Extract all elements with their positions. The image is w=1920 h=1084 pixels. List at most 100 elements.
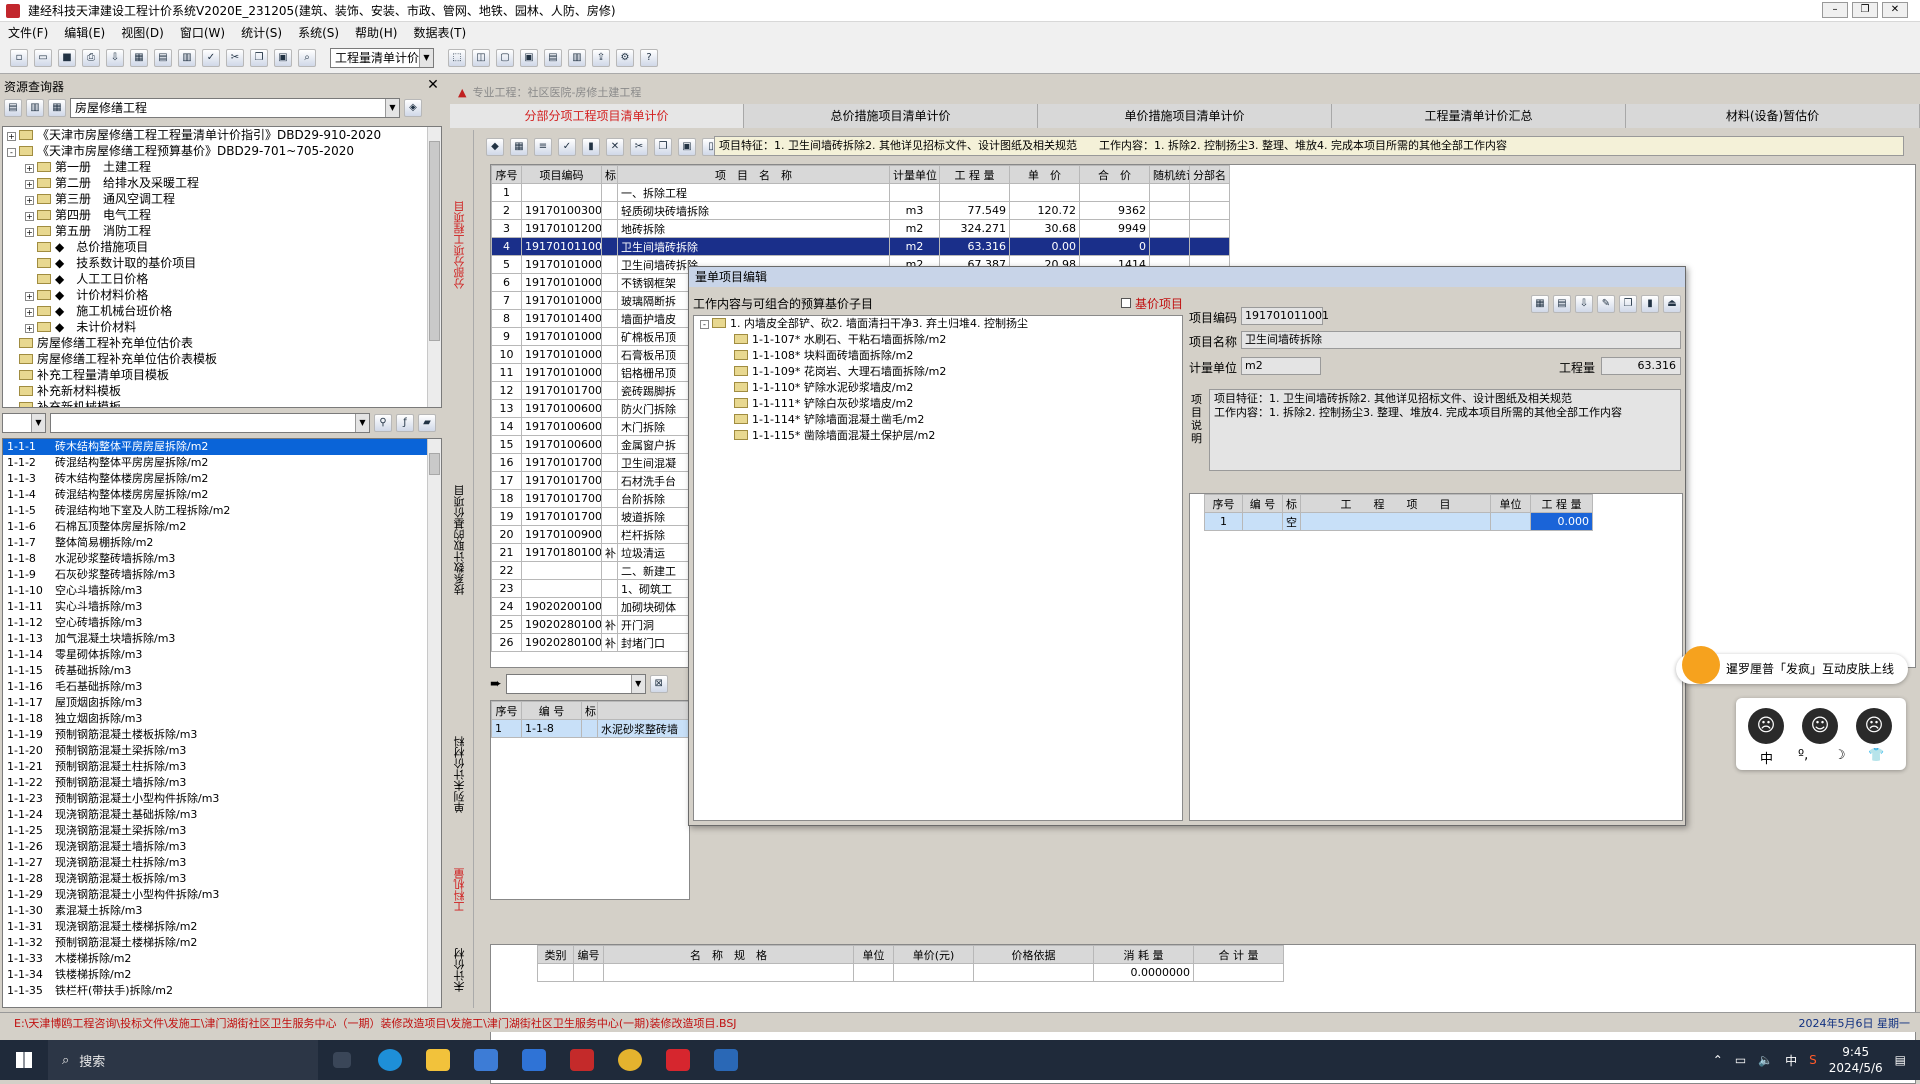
library-tool-icon-1[interactable]: ▤	[4, 99, 22, 117]
list-item[interactable]: 1-1-28现浇钢筋混凝土板拆除/m3	[3, 871, 441, 887]
table-cell[interactable]	[1190, 202, 1230, 220]
task-view-icon[interactable]	[318, 1040, 366, 1080]
table-row[interactable]: 3191701012001地砖拆除m2324.27130.689949	[492, 220, 1230, 238]
table-cell[interactable]	[602, 508, 618, 526]
list-item[interactable]: 1-1-3砖木结构整体楼房房屋拆除/m2	[3, 471, 441, 487]
tree-node[interactable]: 补充新材料模板	[3, 383, 441, 399]
minimize-button[interactable]: –	[1822, 2, 1848, 18]
list-item[interactable]: 1-1-5砖混结构地下室及人防工程拆除/m2	[3, 503, 441, 519]
unit-field[interactable]: m2	[1241, 357, 1321, 375]
dialog-exit-icon[interactable]: ⏏	[1663, 295, 1681, 313]
table-cell[interactable]	[1301, 513, 1491, 531]
vtab-unpriced[interactable]: 单列未计价材料	[452, 710, 472, 840]
list-item[interactable]: 1-1-2砖混结构整体平房房屋拆除/m2	[3, 455, 441, 471]
lower-table[interactable]: 序号编 号标11-1-8水泥砂浆整砖墙	[490, 700, 690, 900]
table-cell[interactable]: 0	[1080, 238, 1150, 256]
list-item[interactable]: 1-1-30素混凝土拆除/m3	[3, 903, 441, 919]
table-cell[interactable]: 190202001001	[522, 598, 602, 616]
table-cell[interactable]: 2	[492, 202, 522, 220]
list-item[interactable]: 1-1-19预制钢筋混凝土楼板拆除/m3	[3, 727, 441, 743]
list-item[interactable]: 1-1-34铁楼梯拆除/m2	[3, 967, 441, 983]
table-cell[interactable]: 5	[492, 256, 522, 274]
table-cell[interactable]	[538, 964, 574, 982]
table-cell[interactable]: 191701017001	[522, 382, 602, 400]
table-cell[interactable]: 191701801001	[522, 544, 602, 562]
row-tool-icon-4[interactable]: ✓	[558, 138, 576, 156]
table-cell[interactable]: 卫生间墙砖拆除	[618, 238, 890, 256]
menu-help[interactable]: 帮助(H)	[347, 24, 405, 41]
binoculars-icon[interactable]: ⚲	[374, 414, 392, 432]
angry-face-icon[interactable]: ☹	[1856, 708, 1892, 744]
table-cell[interactable]: 3	[492, 220, 522, 238]
table-row[interactable]: 0.0000000	[538, 964, 1284, 982]
table-cell[interactable]: 191701006001	[522, 400, 602, 418]
dialog-tree-item[interactable]: 1-1-111* 铲除白灰砂浆墙皮/m2	[694, 396, 1182, 412]
table-cell[interactable]	[1491, 513, 1531, 531]
table-cell[interactable]	[894, 964, 974, 982]
paste-icon[interactable]: ▣	[274, 49, 292, 67]
row-tool-icon-2[interactable]: ▦	[510, 138, 528, 156]
table-cell[interactable]: 191701017003	[522, 472, 602, 490]
filter-icon[interactable]: ƒ	[396, 414, 414, 432]
table-cell[interactable]: 191701003001	[522, 202, 602, 220]
table-cell[interactable]: 191701006003	[522, 436, 602, 454]
list-item[interactable]: 1-1-25现浇钢筋混凝土梁拆除/m3	[3, 823, 441, 839]
table-cell[interactable]	[604, 964, 854, 982]
vtab-coef[interactable]: 技系数计取的基价项目	[452, 460, 472, 620]
table-cell[interactable]	[602, 472, 618, 490]
column-header[interactable]: 编 号	[522, 702, 582, 720]
scroll-thumb[interactable]	[429, 453, 440, 475]
collapse-icon[interactable]: -	[700, 320, 709, 329]
vtab-unpriced-materials[interactable]: 未计价材	[452, 940, 472, 1000]
table-cell[interactable]: 17	[492, 472, 522, 490]
clock[interactable]: 9:452024/5/6	[1829, 1044, 1883, 1076]
table-cell[interactable]: 0.00	[1010, 238, 1080, 256]
layout-icon-5[interactable]: ▤	[544, 49, 562, 67]
table-cell[interactable]: 14	[492, 418, 522, 436]
lower-select[interactable]: ▼	[506, 674, 646, 694]
table-cell[interactable]: 7	[492, 292, 522, 310]
tab-materials[interactable]: 材料(设备)暂估价	[1626, 104, 1920, 128]
table-cell[interactable]	[1194, 964, 1284, 982]
table-row[interactable]: 2191701003001轻质砌块砖墙拆除m377.549120.729362	[492, 202, 1230, 220]
table-cell[interactable]: 12	[492, 382, 522, 400]
row-tool-icon-1[interactable]: ◆	[486, 138, 504, 156]
maximize-button[interactable]: ❐	[1852, 2, 1878, 18]
dialog-delete-icon[interactable]: ▮	[1641, 295, 1659, 313]
table-cell[interactable]: 补	[602, 634, 618, 652]
table-cell[interactable]: 空	[1283, 513, 1301, 531]
layout-icon-2[interactable]: ◫	[472, 49, 490, 67]
chrome-icon[interactable]	[606, 1040, 654, 1080]
tab-summary[interactable]: 工程量清单计价汇总	[1332, 104, 1626, 128]
table-cell[interactable]: 25	[492, 616, 522, 634]
new-file-icon[interactable]: ▫	[10, 49, 28, 67]
sogou-icon[interactable]: S	[1809, 1053, 1817, 1067]
help-icon[interactable]: ?	[640, 49, 658, 67]
column-header[interactable]: 项目编码	[522, 166, 602, 184]
table-cell[interactable]: 1	[492, 184, 522, 202]
table-cell[interactable]	[602, 184, 618, 202]
table-cell[interactable]	[1190, 220, 1230, 238]
export-icon[interactable]: ⇪	[592, 49, 610, 67]
table-cell[interactable]: 0.0000000	[1094, 964, 1194, 982]
notification-icon[interactable]: ▤	[1895, 1053, 1906, 1067]
table-cell[interactable]	[602, 436, 618, 454]
table-cell[interactable]	[522, 580, 602, 598]
table-cell[interactable]: 19	[492, 508, 522, 526]
table-cell[interactable]	[602, 490, 618, 508]
table-cell[interactable]	[602, 454, 618, 472]
close-panel-icon[interactable]: ✕	[425, 78, 441, 94]
table-cell[interactable]	[1150, 238, 1190, 256]
table-cell[interactable]	[602, 274, 618, 292]
dialog-table-icon[interactable]: ▤	[1553, 295, 1571, 313]
list-item[interactable]: 1-1-16毛石基础拆除/m3	[3, 679, 441, 695]
column-header[interactable]: 编号	[574, 946, 604, 964]
list-item[interactable]: 1-1-7整体简易棚拆除/m2	[3, 535, 441, 551]
table-cell[interactable]: m2	[890, 220, 940, 238]
menu-stats[interactable]: 统计(S)	[233, 24, 290, 41]
table-cell[interactable]	[940, 184, 1010, 202]
table-cell[interactable]: 地砖拆除	[618, 220, 890, 238]
table-cell[interactable]	[602, 238, 618, 256]
table-cell[interactable]	[582, 720, 598, 738]
check-icon[interactable]: ✓	[202, 49, 220, 67]
